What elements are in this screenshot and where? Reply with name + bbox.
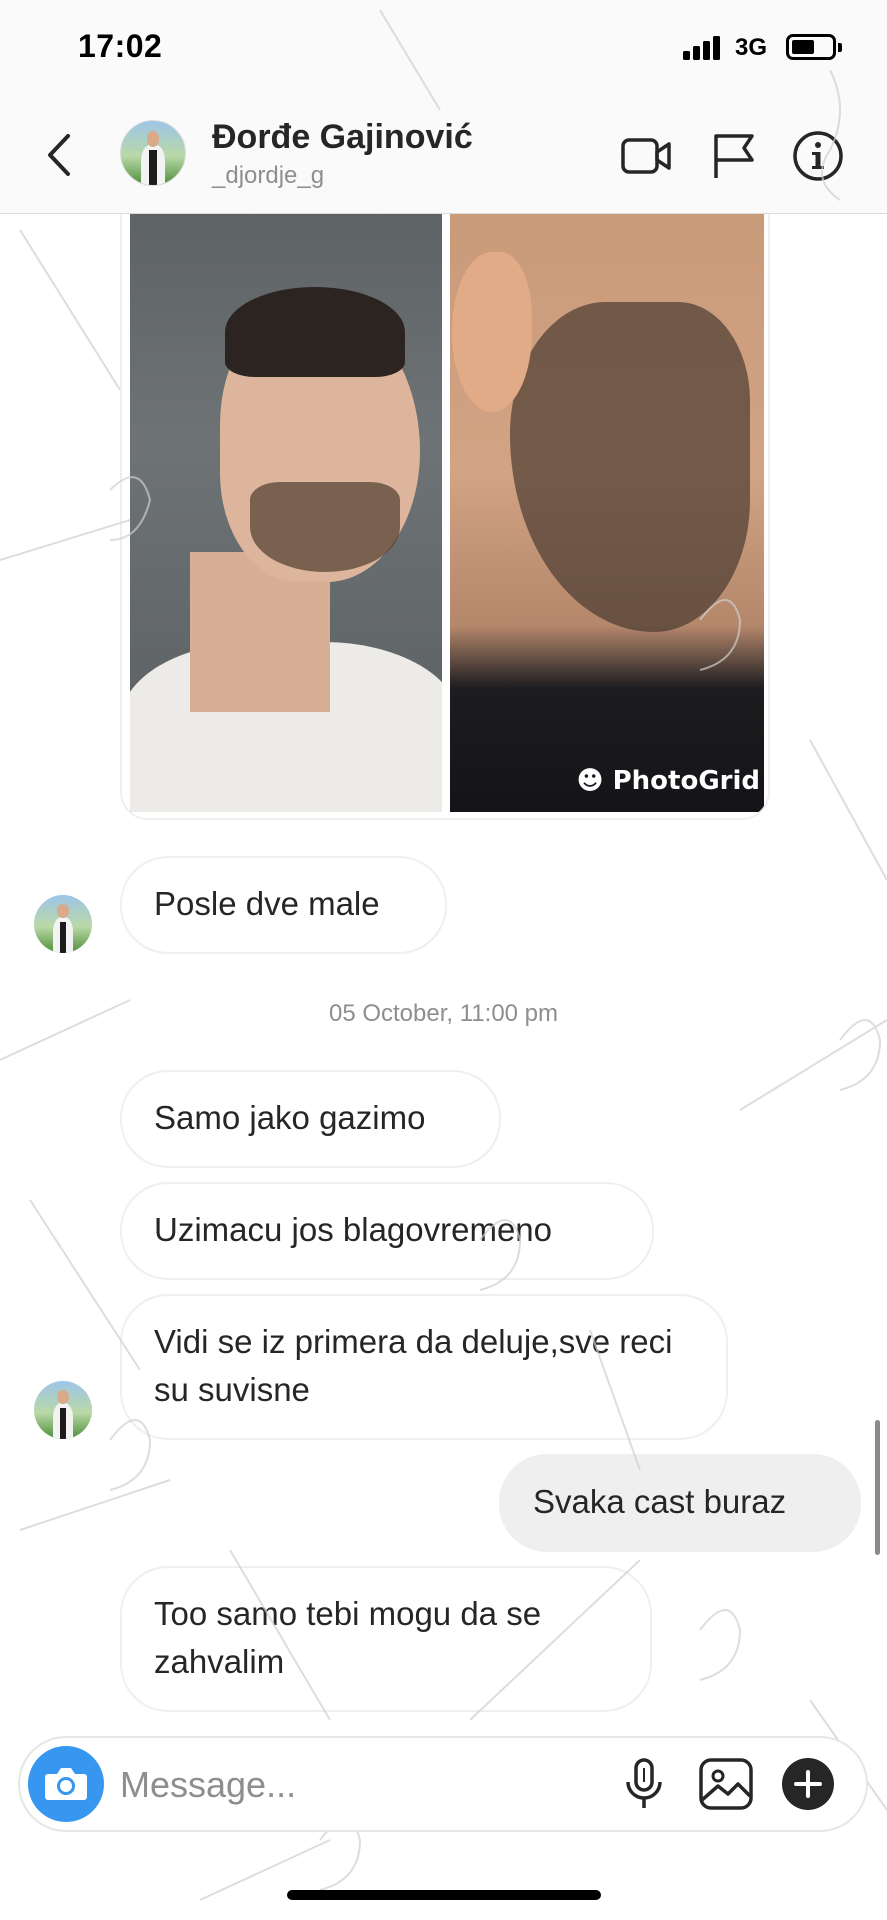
network-type: 3G [735,34,768,61]
video-call-icon[interactable] [618,128,674,184]
sender-avatar[interactable] [34,895,92,953]
chat-thread[interactable]: ☻ PhotoGrid Posle dve male 05 October, 1… [0,214,887,1734]
timestamp: 05 October, 11:00 pm [328,1000,559,1027]
sender-avatar[interactable] [34,1381,92,1439]
camera-icon [45,1768,87,1800]
signal-icon [683,32,725,60]
before-photo [130,214,442,812]
message-bubble[interactable]: Uzimacu jos blagovremeno [120,1182,654,1280]
back-icon[interactable] [40,130,80,180]
my-message-bubble[interactable]: Svaka cast buraz [499,1454,861,1552]
photo-message[interactable]: ☻ PhotoGrid [120,214,770,820]
message-bubble[interactable]: Samo jako gazimo [120,1070,501,1168]
message-composer [18,1736,868,1832]
photogrid-watermark: ☻ PhotoGrid [576,766,760,796]
message-bubble[interactable]: Vidi se iz primera da deluje,sve reci su… [120,1294,728,1440]
scrollbar[interactable] [875,1420,880,1555]
contact-avatar[interactable] [120,120,186,186]
smile-icon: ☻ [576,766,613,796]
status-time: 17:02 [78,28,163,64]
info-icon[interactable] [790,128,846,184]
status-bar: 17:02 3G [0,0,887,100]
message-input[interactable] [120,1760,500,1810]
chat-header: Đorđe Gajinović _djordje_g [0,100,887,214]
camera-button[interactable] [28,1746,104,1822]
message-bubble[interactable]: Posle dve male [120,856,447,954]
microphone-icon[interactable] [614,1754,674,1814]
contact-name[interactable]: Đorđe Gajinović [212,118,473,157]
home-indicator[interactable] [287,1890,601,1900]
flag-icon[interactable] [706,128,762,184]
plus-icon[interactable] [778,1754,838,1814]
contact-username[interactable]: _djordje_g [212,162,324,190]
after-photo: ☻ PhotoGrid [450,214,764,812]
gallery-icon[interactable] [696,1754,756,1814]
battery-icon [786,34,842,60]
message-bubble[interactable]: Too samo tebi mogu da se zahvalim [120,1566,652,1712]
